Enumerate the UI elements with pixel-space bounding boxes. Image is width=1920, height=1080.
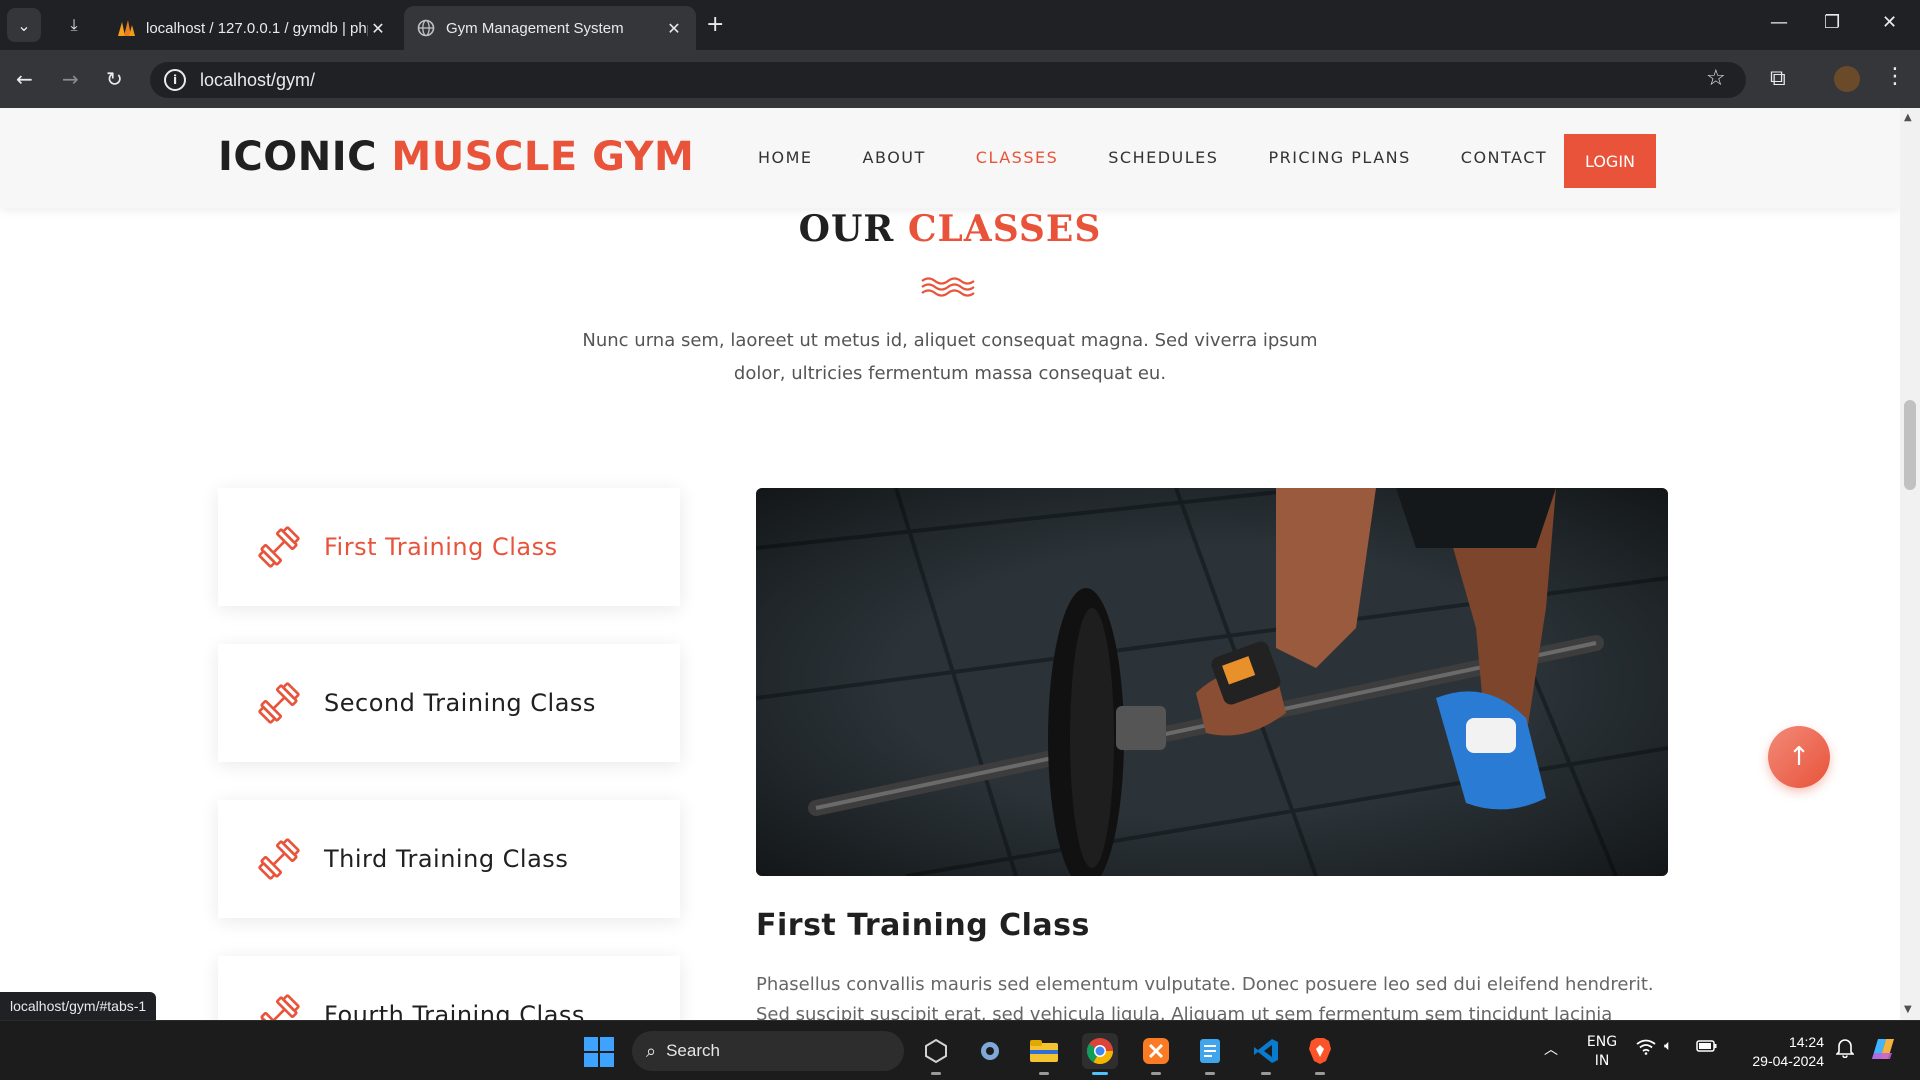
taskbar-brave-icon[interactable] bbox=[1302, 1033, 1338, 1075]
class-tab-third[interactable]: Third Training Class bbox=[218, 800, 680, 918]
nav-about[interactable]: ABOUT bbox=[863, 148, 926, 167]
nav-schedules[interactable]: SCHEDULES bbox=[1108, 148, 1218, 167]
dumbbell-icon bbox=[258, 526, 300, 568]
copilot-icon[interactable] bbox=[1866, 1033, 1898, 1069]
new-tab-icon[interactable]: + bbox=[706, 12, 724, 37]
globe-icon bbox=[416, 18, 436, 38]
back-icon[interactable]: ← bbox=[16, 67, 33, 91]
class-tab-label: Second Training Class bbox=[324, 689, 596, 717]
nav-contact[interactable]: CONTACT bbox=[1461, 148, 1547, 167]
wifi-icon[interactable] bbox=[1636, 1039, 1656, 1059]
site-info-icon[interactable]: i bbox=[164, 69, 186, 91]
taskbar-clock[interactable]: 14:24 29-04-2024 bbox=[1740, 1033, 1824, 1071]
taskbar-chrome-icon[interactable] bbox=[1082, 1033, 1118, 1075]
dumbbell-icon bbox=[258, 994, 300, 1020]
status-bar-url: localhost/gym/#tabs-1 bbox=[0, 992, 157, 1020]
address-bar[interactable]: i localhost/gym/ bbox=[150, 62, 1746, 98]
tab-title: Gym Management System bbox=[446, 19, 624, 37]
profile-avatar[interactable] bbox=[1834, 66, 1860, 92]
nav-home[interactable]: HOME bbox=[758, 148, 813, 167]
main-nav: HOME ABOUT CLASSES SCHEDULES PRICING PLA… bbox=[758, 148, 1597, 167]
taskbar-search[interactable]: ⌕ Search bbox=[632, 1031, 904, 1071]
section-description: Nunc urna sem, laoreet ut metus id, aliq… bbox=[582, 330, 1318, 384]
taskbar-app-unity-icon[interactable] bbox=[918, 1033, 954, 1075]
site-logo[interactable]: ICONIC MUSCLE GYM bbox=[218, 134, 694, 180]
wave-divider-icon bbox=[921, 277, 975, 297]
notification-bell-icon[interactable] bbox=[1835, 1038, 1855, 1062]
class-tab-second[interactable]: Second Training Class bbox=[218, 644, 680, 762]
browser-tab-phpmyadmin[interactable]: localhost / 127.0.0.1 / gymdb | php ✕ bbox=[104, 6, 400, 50]
tab-title: localhost / 127.0.0.1 / gymdb | php bbox=[146, 19, 368, 37]
close-window-icon[interactable]: ✕ bbox=[1882, 12, 1897, 33]
phpmyadmin-icon bbox=[116, 18, 136, 38]
close-tab-icon[interactable]: ✕ bbox=[368, 19, 388, 38]
tray-overflow-chevron-icon[interactable]: ︿ bbox=[1544, 1039, 1558, 1059]
tab-search-chevron-icon[interactable]: ⌄ bbox=[7, 8, 41, 42]
class-tab-fourth[interactable]: Fourth Training Class bbox=[218, 956, 680, 1020]
search-icon: ⌕ bbox=[646, 1040, 657, 1062]
browser-tab-gym[interactable]: Gym Management System ✕ bbox=[404, 6, 696, 50]
dumbbell-icon bbox=[258, 682, 300, 724]
language-indicator[interactable]: ENG IN bbox=[1586, 1033, 1618, 1071]
nav-classes[interactable]: CLASSES bbox=[976, 148, 1058, 167]
scrollbar-thumb[interactable] bbox=[1904, 400, 1916, 490]
close-tab-icon[interactable]: ✕ bbox=[664, 19, 684, 38]
taskbar-settings-gear-icon[interactable] bbox=[972, 1033, 1008, 1069]
taskbar-xampp-icon[interactable] bbox=[1138, 1033, 1174, 1075]
scroll-up-icon[interactable]: ▲ bbox=[1904, 112, 1912, 123]
class-detail-title: First Training Class bbox=[756, 908, 1090, 943]
class-tab-first[interactable]: First Training Class bbox=[218, 488, 680, 606]
class-photo bbox=[756, 488, 1668, 876]
page-scrollbar[interactable] bbox=[1900, 108, 1920, 1020]
section-title: OUR CLASSES bbox=[798, 208, 1102, 250]
class-tab-label: Fourth Training Class bbox=[324, 1001, 585, 1020]
download-icon[interactable]: ⤓ bbox=[57, 8, 91, 42]
windows-taskbar: ⌕ Search ︿ ENG IN 🔈︎ 14:24 29-04-2024 bbox=[0, 1020, 1920, 1080]
restore-icon[interactable]: ❐ bbox=[1824, 12, 1840, 33]
class-detail-text: Phasellus convallis mauris sed elementum… bbox=[756, 974, 1654, 1020]
bookmark-star-icon[interactable]: ☆ bbox=[1706, 66, 1726, 91]
battery-icon[interactable] bbox=[1696, 1039, 1718, 1057]
browser-tab-bar: ⌄ ⤓ localhost / 127.0.0.1 / gymdb | php … bbox=[0, 0, 1920, 50]
dumbbell-icon bbox=[258, 838, 300, 880]
menu-kebab-icon[interactable]: ⋮ bbox=[1884, 64, 1906, 89]
site-header: ICONIC MUSCLE GYM HOME ABOUT CLASSES SCH… bbox=[0, 108, 1900, 208]
scroll-to-top-arrow-icon[interactable]: ↑ bbox=[1768, 726, 1830, 788]
minimize-icon[interactable]: — bbox=[1770, 12, 1788, 33]
page-viewport: ICONIC MUSCLE GYM HOME ABOUT CLASSES SCH… bbox=[0, 108, 1900, 1020]
windows-start-icon[interactable] bbox=[584, 1037, 614, 1067]
login-button[interactable]: LOGIN bbox=[1564, 134, 1656, 188]
taskbar-file-explorer-icon[interactable] bbox=[1026, 1033, 1062, 1075]
taskbar-vscode-icon[interactable] bbox=[1248, 1033, 1284, 1075]
scroll-down-icon[interactable]: ▼ bbox=[1904, 1004, 1912, 1015]
taskbar-notepad-icon[interactable] bbox=[1192, 1033, 1228, 1075]
reload-icon[interactable]: ↻ bbox=[106, 67, 123, 91]
url-text: localhost/gym/ bbox=[200, 69, 316, 90]
class-tab-label: First Training Class bbox=[324, 533, 558, 561]
extensions-icon[interactable]: ⧉ bbox=[1770, 66, 1786, 91]
forward-icon[interactable]: → bbox=[62, 67, 79, 91]
nav-pricing-plans[interactable]: PRICING PLANS bbox=[1268, 148, 1410, 167]
volume-icon[interactable]: 🔈︎ bbox=[1664, 1038, 1672, 1054]
class-tab-label: Third Training Class bbox=[324, 845, 569, 873]
